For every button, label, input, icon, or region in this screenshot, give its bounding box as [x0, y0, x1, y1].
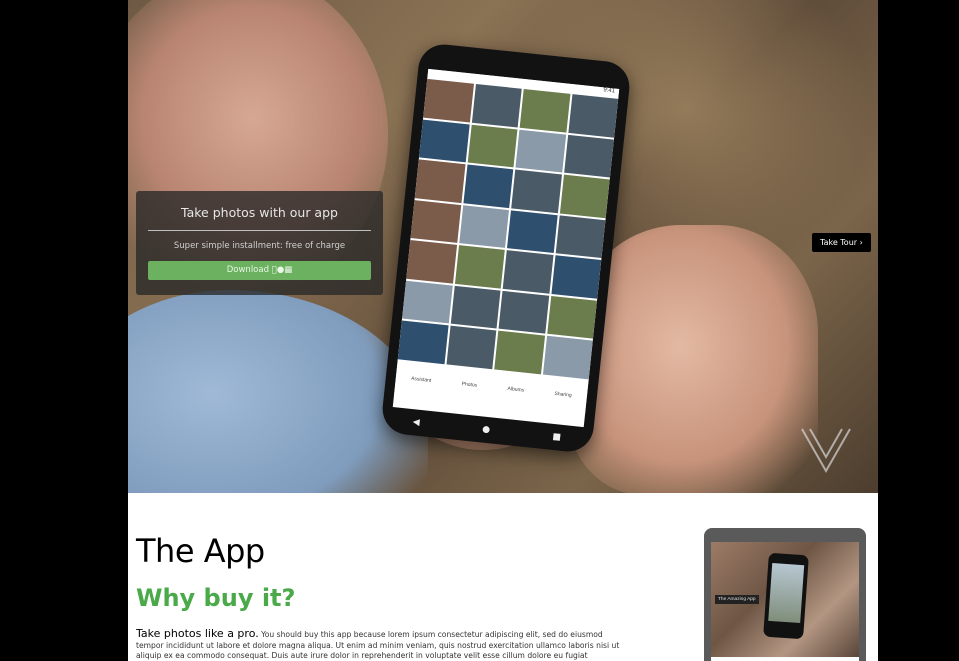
tablet-white-strip	[711, 657, 859, 661]
phone-nav-photos: Photos	[461, 381, 478, 389]
app-section: The App Why buy it? Take photos like a p…	[128, 493, 878, 661]
phone-nav-albums: Albums	[507, 385, 525, 394]
section-subtitle: Why buy it?	[136, 584, 296, 612]
phone-nav-sharing: Sharing	[554, 390, 572, 399]
hero-caption-title: Take photos with our app	[148, 205, 371, 231]
hero-phone-image: 9:41 Assistant Photos Albums Sharing ◀ ●…	[380, 41, 632, 455]
page: 9:41 Assistant Photos Albums Sharing ◀ ●…	[128, 0, 878, 661]
section-paragraph: Take photos like a pro. You should buy t…	[136, 627, 626, 661]
download-button[interactable]: Download ●▦	[148, 261, 371, 280]
home-icon: ●	[481, 424, 491, 436]
recents-icon: ■	[551, 431, 562, 443]
tablet-preview-image: The Amazing App	[704, 528, 866, 661]
verge-logo-watermark	[801, 428, 851, 474]
hero-caption-subtitle: Super simple installment: free of charge	[173, 241, 346, 251]
hero-banner: 9:41 Assistant Photos Albums Sharing ◀ ●…	[128, 0, 878, 493]
hero-background-shoulder	[128, 290, 428, 493]
tablet-caption: The Amazing App	[715, 595, 759, 604]
phone-photo-grid	[397, 78, 619, 380]
back-icon: ◀	[412, 417, 421, 428]
phone-nav-assistant: Assistant	[410, 375, 432, 384]
section-title: The App	[136, 532, 265, 570]
tablet-phone-image	[763, 552, 809, 640]
paragraph-lead: Take photos like a pro.	[136, 627, 259, 640]
tablet-screen: The Amazing App	[711, 542, 859, 657]
windows-icon: ▦	[281, 265, 292, 275]
hero-caption-box: Take photos with our app Super simple in…	[136, 191, 383, 295]
download-button-label: Download	[226, 265, 269, 275]
phone-screen: 9:41 Assistant Photos Albums Sharing	[392, 68, 620, 428]
take-tour-button[interactable]: Take Tour ›	[812, 233, 871, 252]
